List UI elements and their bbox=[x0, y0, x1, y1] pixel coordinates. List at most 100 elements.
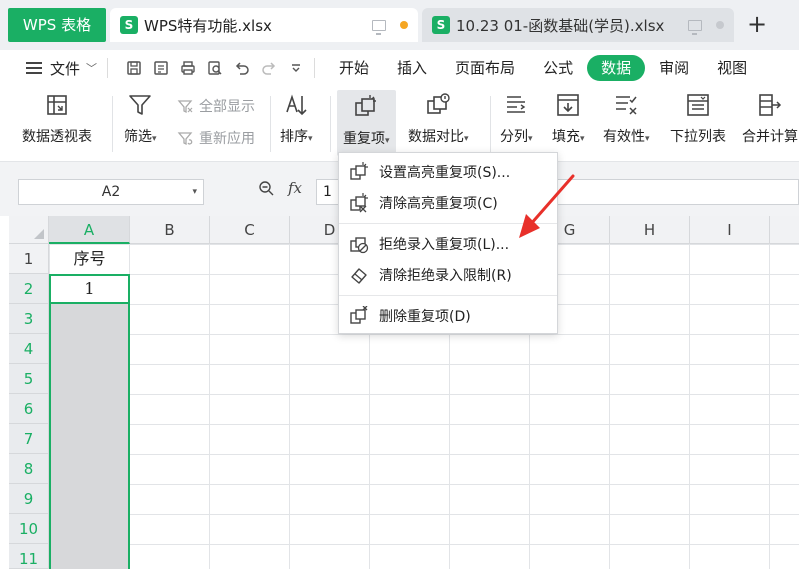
tab-page-layout[interactable]: 页面布局 bbox=[441, 55, 529, 81]
menu-item-remove-duplicates[interactable]: 删除重复项(D) bbox=[339, 301, 557, 331]
row-header-2[interactable]: 2 bbox=[9, 274, 49, 304]
column-header-a[interactable]: A bbox=[49, 216, 130, 244]
sort-az-icon bbox=[283, 92, 309, 118]
show-all-label: 全部显示 bbox=[199, 99, 255, 115]
unsaved-dot-icon bbox=[400, 21, 408, 29]
menu-item-clear-highlight[interactable]: 清除高亮重复项(C) bbox=[339, 188, 557, 218]
duplicates-icon bbox=[353, 94, 379, 120]
menu-item-label: 删除重复项(D) bbox=[379, 309, 471, 325]
customize-toolbar-icon[interactable] bbox=[288, 60, 304, 76]
consolidate-button[interactable]: 合并计算 bbox=[742, 92, 798, 146]
row-header-3[interactable]: 3 bbox=[9, 304, 49, 334]
divider bbox=[490, 96, 491, 152]
monitor-icon[interactable] bbox=[688, 19, 702, 35]
row-header-1[interactable]: 1 bbox=[9, 244, 49, 274]
dropdown-list-button[interactable]: 下拉列表 bbox=[670, 92, 726, 146]
wps-home-tab[interactable]: WPS 表格 bbox=[8, 8, 106, 42]
caret-down-icon: ▾ bbox=[580, 134, 585, 144]
monitor-icon[interactable] bbox=[372, 19, 386, 35]
row-header-5[interactable]: 5 bbox=[9, 364, 49, 394]
data-compare-label: 数据对比▾ bbox=[408, 129, 469, 145]
tab-active-workbook[interactable]: S WPS特有功能.xlsx bbox=[110, 8, 418, 42]
filter-label: 筛选▾ bbox=[124, 129, 157, 145]
menu-item-clear-reject-restriction[interactable]: 清除拒绝录入限制(R) bbox=[339, 260, 557, 290]
ribbon-tabs: 开始 插入 页面布局 公式 数据 审阅 视图 bbox=[325, 55, 761, 81]
spreadsheet-icon: S bbox=[120, 16, 138, 34]
menu-item-highlight-duplicates[interactable]: 设置高亮重复项(S)... bbox=[339, 157, 557, 187]
save-icon[interactable] bbox=[126, 60, 142, 76]
row-header-8[interactable]: 8 bbox=[9, 454, 49, 484]
row-header-11[interactable]: 11 bbox=[9, 544, 49, 569]
divider bbox=[112, 96, 113, 152]
validity-label: 有效性▾ bbox=[603, 129, 650, 145]
selected-range-a2-a11[interactable] bbox=[49, 274, 130, 569]
sort-button[interactable]: 排序▾ bbox=[280, 92, 313, 146]
sort-label: 排序▾ bbox=[280, 129, 313, 145]
tab-formulas[interactable]: 公式 bbox=[529, 55, 587, 81]
name-box-value: A2 bbox=[101, 184, 121, 200]
filter-button[interactable]: 筛选▾ bbox=[124, 92, 157, 146]
select-all-corner[interactable] bbox=[9, 216, 49, 244]
divider bbox=[270, 96, 271, 152]
highlight-duplicates-icon bbox=[349, 162, 369, 182]
column-header-i[interactable]: I bbox=[690, 216, 770, 244]
row-header-6[interactable]: 6 bbox=[9, 394, 49, 424]
new-tab-button[interactable]: + bbox=[744, 12, 770, 38]
redo-icon[interactable] bbox=[261, 60, 277, 76]
reapply-button[interactable]: 重新应用 bbox=[176, 128, 255, 148]
insert-function-icon[interactable]: fx bbox=[288, 179, 302, 197]
export-pdf-icon[interactable] bbox=[153, 60, 169, 76]
tab-review[interactable]: 审阅 bbox=[645, 55, 703, 81]
pivot-table-button[interactable]: 数据透视表 bbox=[22, 92, 92, 146]
tab-view[interactable]: 视图 bbox=[703, 55, 761, 81]
menu-item-label: 清除高亮重复项(C) bbox=[379, 196, 498, 212]
file-menu-button[interactable]: 文件 ﹀ bbox=[26, 58, 97, 79]
tab-active-workbook-label: WPS特有功能.xlsx bbox=[144, 16, 272, 35]
caret-down-icon: ▾ bbox=[385, 136, 390, 146]
row-header-4[interactable]: 4 bbox=[9, 334, 49, 364]
row-header-9[interactable]: 9 bbox=[9, 484, 49, 514]
filter-refresh-icon bbox=[176, 130, 194, 146]
tab-other-workbook-label: 10.23 01-函数基础(学员).xlsx bbox=[456, 16, 665, 35]
duplicates-button[interactable]: 重复项▾ bbox=[337, 90, 396, 156]
data-compare-button[interactable]: 数据对比▾ bbox=[408, 92, 469, 146]
caret-down-icon: ▾ bbox=[645, 134, 650, 144]
zoom-lookup-icon[interactable] bbox=[258, 180, 274, 200]
validity-button[interactable]: 有效性▾ bbox=[603, 92, 650, 146]
row-header-7[interactable]: 7 bbox=[9, 424, 49, 454]
tab-other-workbook[interactable]: S 10.23 01-函数基础(学员).xlsx bbox=[422, 8, 734, 42]
reapply-label: 重新应用 bbox=[199, 131, 255, 147]
split-columns-icon bbox=[503, 92, 529, 118]
print-icon[interactable] bbox=[180, 60, 196, 76]
dropdown-list-icon bbox=[685, 92, 711, 118]
tab-data[interactable]: 数据 bbox=[587, 55, 646, 81]
caret-down-icon: ▾ bbox=[152, 134, 157, 144]
cell-a2[interactable]: 1 bbox=[49, 274, 130, 304]
file-menu-label: 文件 bbox=[50, 59, 81, 78]
caret-down-icon: ▾ bbox=[528, 134, 533, 144]
column-header-h[interactable]: H bbox=[610, 216, 690, 244]
text-to-columns-button[interactable]: 分列▾ bbox=[500, 92, 533, 146]
eraser-icon bbox=[349, 265, 369, 285]
divider bbox=[107, 58, 109, 78]
chevron-down-icon[interactable]: ▾ bbox=[192, 180, 197, 204]
print-preview-icon[interactable] bbox=[207, 60, 223, 76]
menu-bar: 文件 ﹀ 开始 插入 页面布局 公式 数据 审阅 视图 bbox=[0, 50, 799, 86]
row-header-10[interactable]: 10 bbox=[9, 514, 49, 544]
tab-insert[interactable]: 插入 bbox=[383, 55, 441, 81]
undo-icon[interactable] bbox=[234, 60, 250, 76]
column-header-c[interactable]: C bbox=[210, 216, 290, 244]
column-header-b[interactable]: B bbox=[130, 216, 210, 244]
name-box[interactable]: A2 ▾ bbox=[18, 179, 204, 205]
fill-button[interactable]: 填充▾ bbox=[552, 92, 585, 146]
reject-duplicates-icon bbox=[349, 234, 369, 254]
tab-home[interactable]: 开始 bbox=[325, 55, 383, 81]
pivot-table-icon bbox=[44, 92, 70, 118]
split-label: 分列▾ bbox=[500, 129, 533, 145]
show-all-button[interactable]: 全部显示 bbox=[176, 96, 255, 116]
column-header-j[interactable] bbox=[770, 216, 799, 244]
filter-funnel-icon bbox=[127, 92, 153, 118]
menu-item-reject-duplicates[interactable]: 拒绝录入重复项(L)... bbox=[339, 229, 557, 259]
cell-a1[interactable]: 序号 bbox=[49, 244, 130, 274]
clear-highlight-icon bbox=[349, 193, 369, 213]
